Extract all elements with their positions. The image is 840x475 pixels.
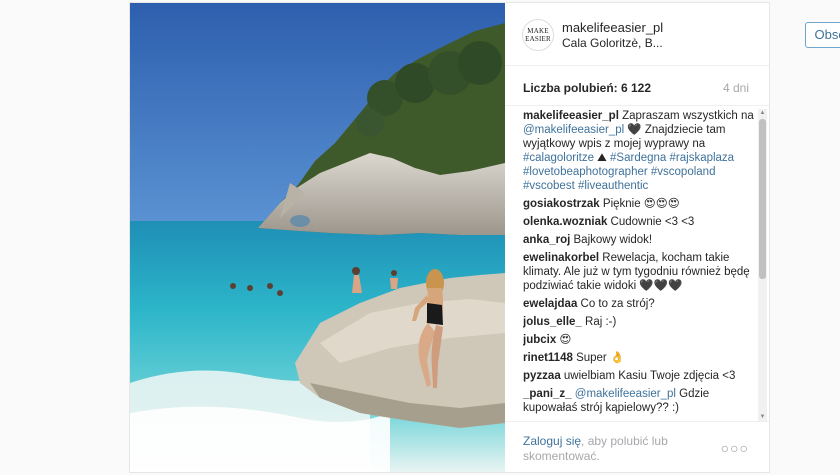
comment-text: Cudownie <3 <3 bbox=[607, 216, 695, 228]
comment: ewelinakorbel Rewelacja, kocham takie kl… bbox=[523, 251, 755, 293]
instagram-embed-card: MAKE EASIER makelifeeasier_pl Cala Golor… bbox=[129, 2, 840, 473]
post-sidebar: MAKE EASIER makelifeeasier_pl Cala Golor… bbox=[505, 3, 840, 473]
caption: makelifeeasier_pl Zapraszam wszystkich n… bbox=[523, 109, 755, 193]
likes-count[interactable]: Liczba polubień: 6 122 bbox=[523, 81, 651, 95]
scroll-down-arrow-icon[interactable]: ▼ bbox=[759, 413, 766, 421]
comment-text: Pięknie 😍😍😍 bbox=[599, 198, 680, 210]
login-link[interactable]: Zaloguj się bbox=[523, 434, 581, 448]
avatar-text-bottom: EASIER bbox=[525, 35, 551, 43]
comment: ewelajdaa Co to za strój? bbox=[523, 297, 755, 311]
comments-list[interactable]: makelifeeasier_pl Zapraszam wszystkich n… bbox=[523, 109, 755, 421]
post-header: MAKE EASIER makelifeeasier_pl Cala Golor… bbox=[505, 3, 840, 66]
scroll-up-arrow-icon[interactable]: ▲ bbox=[759, 109, 766, 117]
comment: olenka.wozniak Cudownie <3 <3 bbox=[523, 215, 755, 229]
comment: anka_roj Bajkowy widok! bbox=[523, 233, 755, 247]
hashtag[interactable]: #vscopoland bbox=[651, 166, 716, 178]
location-link[interactable]: Cala Goloritzè, B... bbox=[562, 36, 663, 50]
caption-text-3: ⛰ bbox=[593, 152, 611, 164]
post-footer: Zaloguj się, aby polubić lub skomentować… bbox=[505, 421, 769, 473]
scrollbar-thumb[interactable] bbox=[759, 119, 766, 279]
comment-username[interactable]: jolus_elle_ bbox=[523, 316, 582, 328]
comments-scrollbar[interactable]: ▲ ▼ bbox=[758, 109, 767, 421]
comment-text: Raj :-) bbox=[581, 316, 617, 328]
follow-button[interactable]: Obserwuj bbox=[805, 22, 840, 48]
comment: rinet1148 Super 👌 bbox=[523, 351, 755, 365]
comment-text: Super 👌 bbox=[572, 352, 625, 364]
comment: jubcix 😍 bbox=[523, 333, 755, 347]
comment-username[interactable]: pyzzaa bbox=[523, 370, 561, 382]
comment-text: Bajkowy widok! bbox=[570, 234, 653, 246]
hashtag[interactable]: #lovetobeaphotographer bbox=[523, 166, 648, 178]
comment-text: 😍 bbox=[556, 334, 572, 346]
comment-mention[interactable]: @makelifeeasier_pl bbox=[575, 388, 676, 400]
comment-username[interactable]: jubcix bbox=[523, 334, 556, 346]
comment-text: uwielbiam Kasiu Twoje zdjęcia <3 bbox=[560, 370, 736, 382]
comment-username[interactable]: ewelajdaa bbox=[523, 298, 577, 310]
caption-text-1: Zapraszam wszystkich na bbox=[618, 110, 754, 122]
hashtag[interactable]: #vscobest bbox=[523, 180, 575, 192]
comment-username[interactable]: olenka.wozniak bbox=[523, 216, 607, 228]
comment-username[interactable]: ewelinakorbel bbox=[523, 252, 599, 264]
beach-photo-illustration bbox=[130, 3, 505, 472]
comment: gosiakostrzak Pięknie 😍😍😍 bbox=[523, 197, 755, 211]
comment-username[interactable]: _pani_z_ bbox=[523, 388, 572, 400]
caption-mention[interactable]: @makelifeeasier_pl bbox=[523, 124, 624, 136]
post-age[interactable]: 4 dni bbox=[723, 81, 749, 95]
comment-username[interactable]: anka_roj bbox=[523, 234, 570, 246]
post-photo[interactable] bbox=[130, 3, 505, 472]
likes-row: Liczba polubień: 6 122 4 dni bbox=[505, 65, 769, 106]
comment-text: Co to za strój? bbox=[577, 298, 655, 310]
hashtag[interactable]: #Sardegna bbox=[610, 152, 666, 164]
avatar-text-top: MAKE bbox=[527, 27, 549, 35]
username-link[interactable]: makelifeeasier_pl bbox=[562, 20, 663, 35]
comment: jolus_elle_ Raj :-) bbox=[523, 315, 755, 329]
hashtag[interactable]: #rajskaplaza bbox=[670, 152, 735, 164]
comment: pyzzaa uwielbiam Kasiu Twoje zdjęcia <3 bbox=[523, 369, 755, 383]
login-prompt: Zaloguj się, aby polubić lub skomentować… bbox=[523, 434, 713, 464]
comment-username[interactable]: gosiakostrzak bbox=[523, 198, 600, 210]
comment: _pani_z_ @makelifeeasier_pl Gdzie kupowa… bbox=[523, 387, 755, 415]
more-options-icon[interactable]: ○○○ bbox=[721, 440, 749, 456]
hashtag[interactable]: #liveauthentic bbox=[578, 180, 648, 192]
comment-username[interactable]: rinet1148 bbox=[523, 352, 573, 364]
hashtag[interactable]: #calagoloritze bbox=[523, 152, 594, 164]
caption-username[interactable]: makelifeeasier_pl bbox=[523, 110, 619, 122]
avatar[interactable]: MAKE EASIER bbox=[522, 19, 554, 51]
